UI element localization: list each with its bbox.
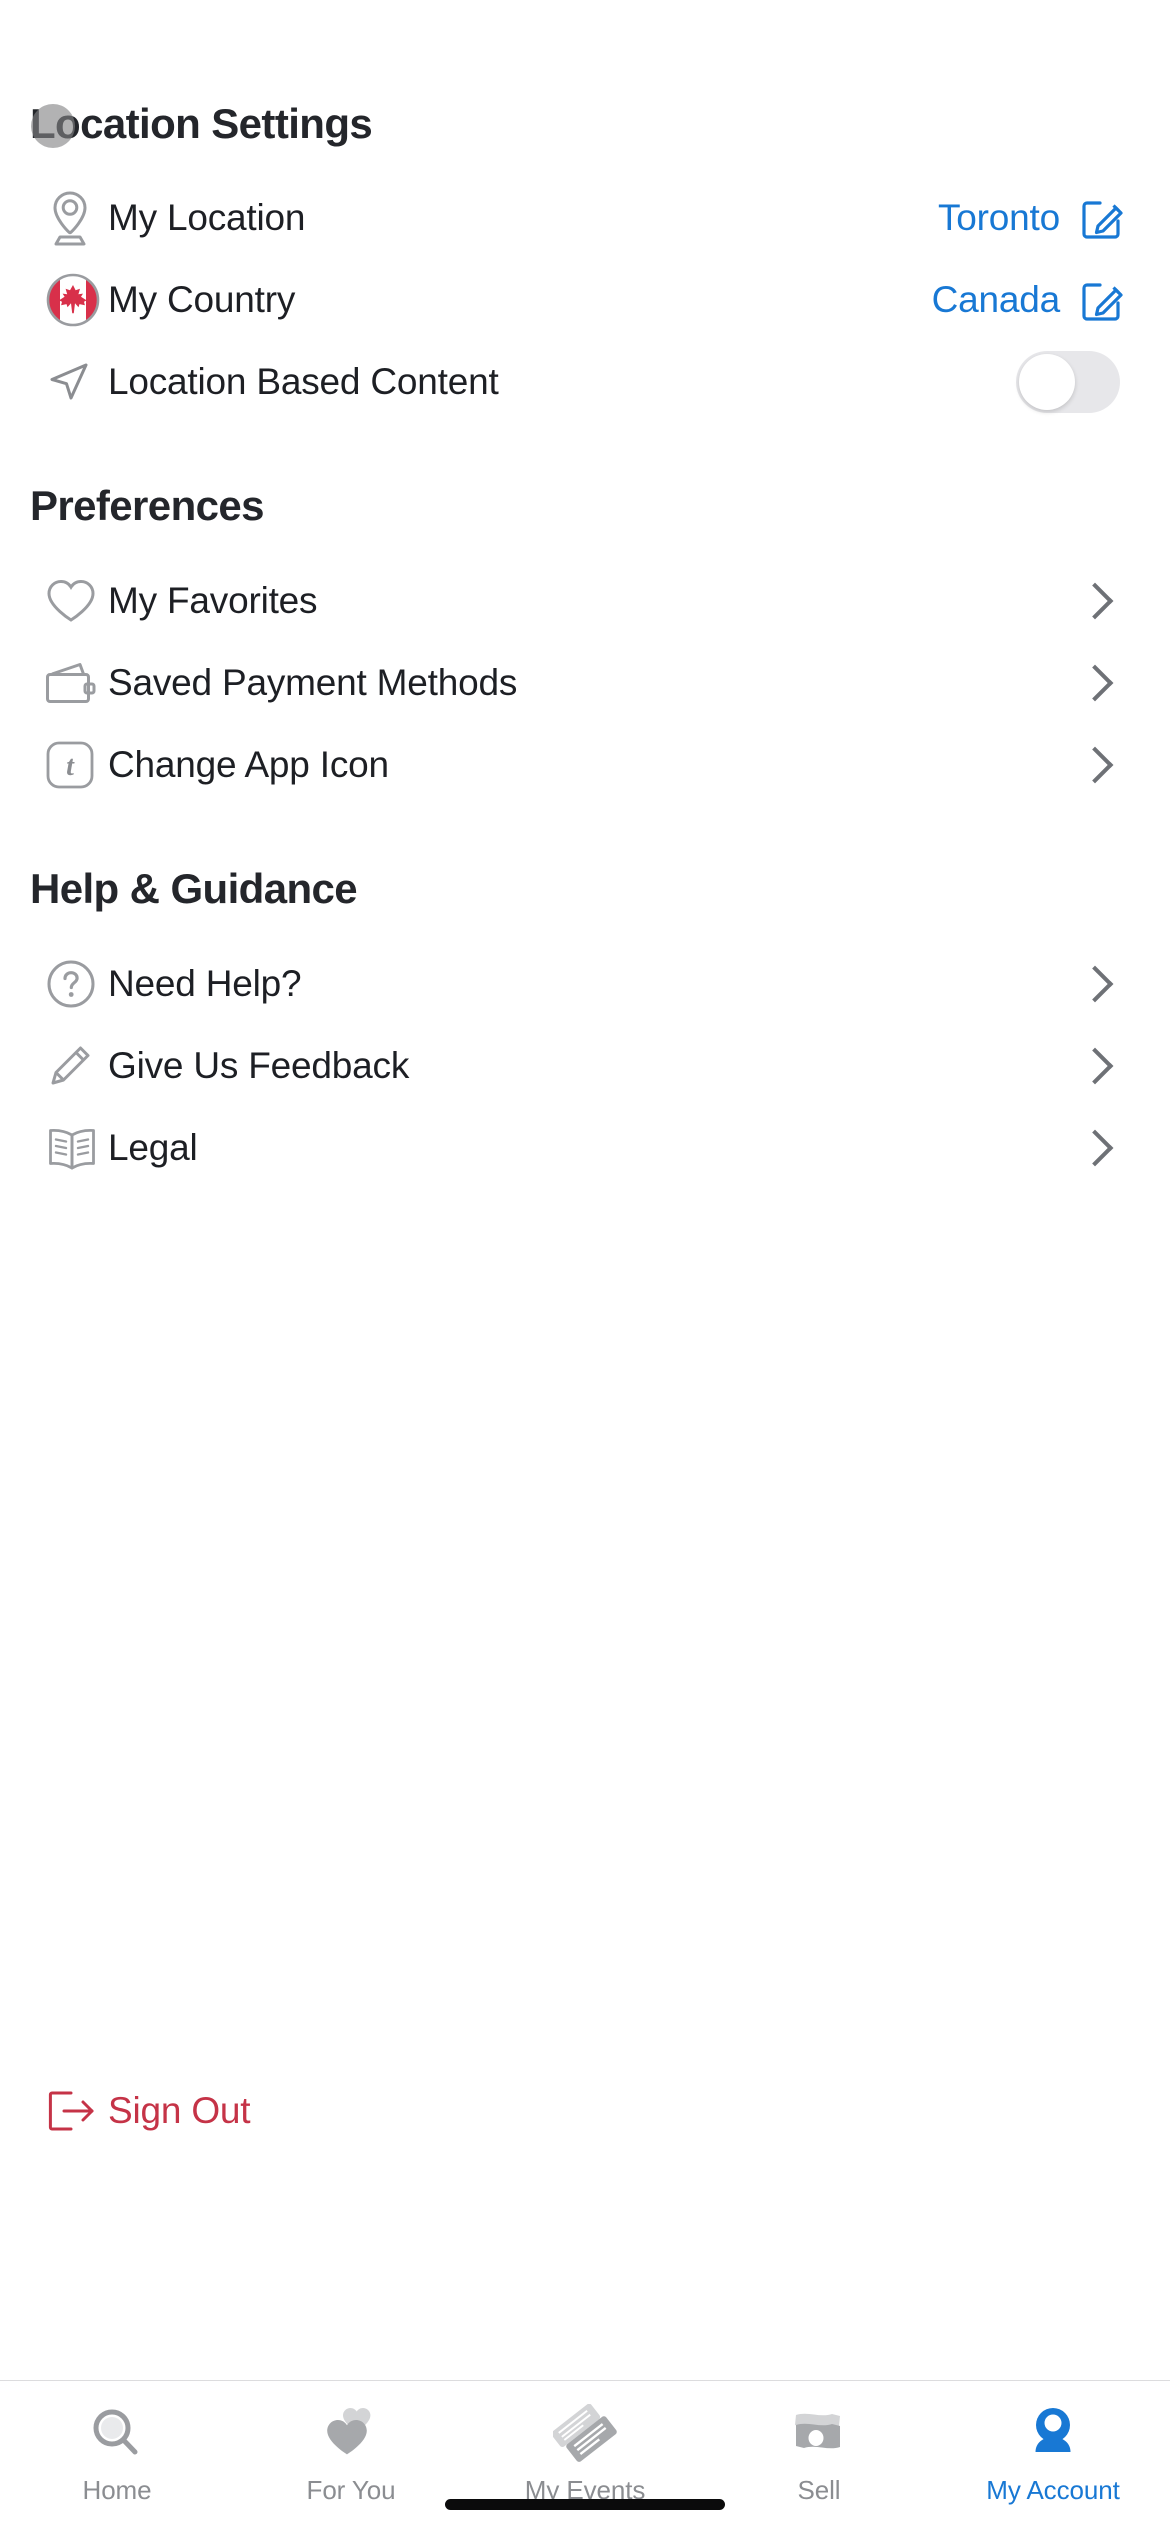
location-based-content-toggle[interactable] (1016, 351, 1120, 413)
my-country-value: Canada (931, 279, 1061, 320)
tab-sell[interactable]: Sell (702, 2381, 936, 2532)
row-my-favorites[interactable]: My Favorites (30, 555, 1140, 647)
row-my-country[interactable]: My Country Canada (30, 254, 1140, 346)
row-label-give-us-feedback: Give Us Feedback (108, 1045, 410, 1086)
edit-icon-my-location[interactable] (1080, 195, 1126, 241)
row-label-change-app-icon: Change App Icon (108, 744, 389, 785)
tab-my-account[interactable]: My Account (936, 2381, 1170, 2532)
row-give-us-feedback[interactable]: Give Us Feedback (30, 1020, 1140, 1112)
row-label-my-country: My Country (108, 279, 296, 320)
map-pin-icon (30, 189, 108, 247)
tab-for-you[interactable]: For You (234, 2381, 468, 2532)
home-indicator (445, 2499, 725, 2510)
navigation-arrow-icon (30, 357, 108, 407)
heart-icon (30, 576, 108, 626)
row-value-my-location[interactable]: Toronto (938, 195, 1140, 241)
row-label-saved-payment-methods: Saved Payment Methods (108, 662, 518, 703)
tickets-icon (553, 2403, 617, 2465)
toggle-knob (1019, 354, 1075, 410)
settings-screen: Location Settings My Location Toronto My… (0, 0, 1170, 2532)
person-icon (1023, 2403, 1083, 2465)
row-need-help[interactable]: Need Help? (30, 938, 1140, 1030)
sign-out-label: Sign Out (108, 2090, 251, 2131)
row-my-location[interactable]: My Location Toronto (30, 172, 1140, 264)
row-label-location-based-content: Location Based Content (108, 361, 499, 402)
chevron-right-icon (1076, 746, 1114, 784)
hearts-icon (320, 2403, 382, 2465)
sign-out-icon (30, 2086, 108, 2136)
chevron-right-icon (1076, 1129, 1114, 1167)
app-icon-tile: t (30, 739, 108, 791)
svg-text:t: t (66, 751, 75, 782)
tab-label-home: Home (82, 2475, 152, 2505)
section-title-location-settings: Location Settings (30, 100, 373, 147)
edit-icon-my-country[interactable] (1080, 277, 1126, 323)
chevron-right-icon (1076, 1047, 1114, 1085)
settings-content: Location Settings My Location Toronto My… (0, 0, 1170, 2532)
my-location-value: Toronto (937, 197, 1060, 238)
sign-out-button[interactable]: Sign Out (30, 2065, 630, 2157)
row-saved-payment-methods[interactable]: Saved Payment Methods (30, 637, 1140, 729)
open-book-icon (30, 1124, 108, 1172)
canada-flag-icon (30, 271, 108, 329)
search-icon (87, 2403, 147, 2465)
chevron-right-icon (1076, 664, 1114, 702)
money-icon (788, 2403, 850, 2465)
row-label-need-help: Need Help? (108, 963, 302, 1004)
tab-label-my-account: My Account (986, 2475, 1120, 2505)
chevron-right-icon (1076, 582, 1114, 620)
section-title-preferences: Preferences (30, 482, 265, 529)
row-location-based-content[interactable]: Location Based Content (30, 336, 1140, 428)
pencil-icon (30, 1040, 108, 1092)
row-label-my-location: My Location (108, 197, 306, 238)
row-value-my-country[interactable]: Canada (932, 277, 1140, 323)
row-label-my-favorites: My Favorites (108, 580, 318, 621)
row-label-legal: Legal (108, 1127, 198, 1168)
row-change-app-icon[interactable]: t Change App Icon (30, 719, 1140, 811)
section-title-help-guidance: Help & Guidance (30, 865, 358, 912)
question-circle-icon (30, 957, 108, 1011)
row-legal[interactable]: Legal (30, 1102, 1140, 1194)
tab-home[interactable]: Home (0, 2381, 234, 2532)
tab-label-for-you: For You (306, 2475, 396, 2505)
chevron-right-icon (1076, 965, 1114, 1003)
wallet-icon (30, 658, 108, 708)
tab-label-sell: Sell (797, 2475, 841, 2505)
